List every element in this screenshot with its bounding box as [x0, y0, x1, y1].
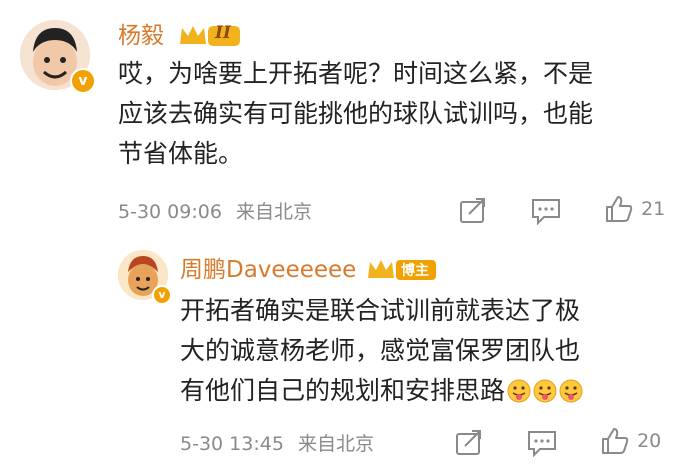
reply-text-line: 大的诚意杨老师，感觉富保罗团队也	[180, 336, 581, 365]
reply-text-line: 开拓者确实是联合试训前就表达了极	[180, 296, 581, 325]
reply-text-line-with-emoji: 有他们自己的规划和安排思路	[180, 371, 660, 411]
like-button[interactable]: 20	[600, 426, 661, 456]
comment-icon[interactable]	[530, 197, 562, 229]
comment-meta: 5-30 09:06 来自北京	[118, 200, 312, 224]
comment-text-line: 节省体能。	[118, 139, 244, 168]
emoji-tongue-icon	[507, 375, 531, 403]
like-icon	[606, 196, 633, 222]
like-icon	[602, 428, 629, 454]
emoji-tongue-icon	[559, 375, 583, 403]
repost-icon[interactable]	[454, 429, 484, 461]
repost-icon[interactable]	[458, 197, 488, 229]
reply-date: 5-30 13:45	[180, 433, 284, 455]
reply-source: 来自北京	[297, 433, 374, 455]
like-button[interactable]: 21	[604, 194, 665, 224]
verified-icon: v	[152, 285, 172, 305]
comment-text: 哎，为啥要上开拓者呢？时间这么紧，不是 应该去确实有可能挑他的球队试训吗，也能 …	[118, 54, 678, 174]
comment-icon[interactable]	[526, 429, 558, 461]
comment-source: 来自北京	[235, 201, 312, 223]
comment-text-line: 哎，为啥要上开拓者呢？时间这么紧，不是	[118, 59, 594, 88]
verified-icon: v	[70, 68, 96, 94]
reply-meta: 5-30 13:45 来自北京	[180, 432, 374, 456]
like-count: 21	[641, 198, 666, 220]
comment-date: 5-30 09:06	[118, 201, 222, 223]
emoji-tongue-icon	[533, 375, 557, 403]
level-badge-text: II	[215, 23, 231, 43]
crown-badge-icon: II	[178, 22, 242, 48]
comment-author[interactable]: 杨毅	[118, 22, 164, 50]
reply-text-line: 有他们自己的规划和安排思路	[180, 376, 506, 405]
crown-badge-icon: 博主	[366, 256, 438, 282]
comment-text-line: 应该去确实有可能挑他的球队试训吗，也能	[118, 99, 594, 128]
reply-text: 开拓者确实是联合试训前就表达了极 大的诚意杨老师，感觉富保罗团队也 有他们自己的…	[180, 291, 660, 411]
reply-author[interactable]: 周鹏Daveeeeee	[180, 256, 356, 284]
like-count: 20	[637, 430, 662, 452]
role-badge-text: 博主	[401, 263, 429, 279]
